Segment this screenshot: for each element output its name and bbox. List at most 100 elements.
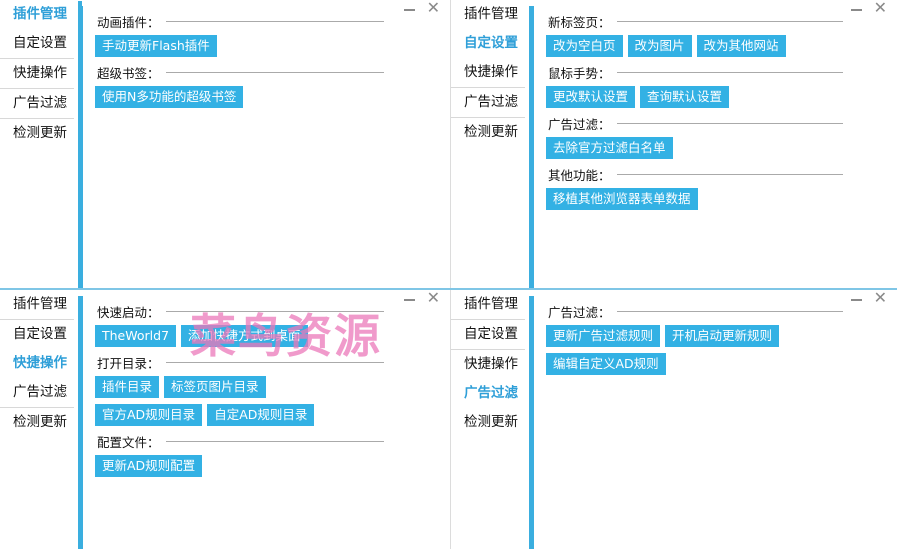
button-row: 更新AD规则配置 [95, 455, 440, 477]
action-button[interactable]: 更改默认设置 [546, 86, 636, 108]
nav-item-plugin-management[interactable]: 插件管理 [451, 290, 525, 320]
section-divider-line [165, 362, 384, 363]
section-title-label: 广告过滤： [548, 305, 611, 320]
action-button[interactable]: 开机启动更新规则 [665, 325, 780, 347]
button-row: 更新广告过滤规则 开机启动更新规则 [546, 325, 887, 347]
action-button[interactable]: 移植其他浏览器表单数据 [546, 188, 698, 210]
button-row: 官方AD规则目录 自定AD规则目录 [95, 404, 440, 426]
panel-content: 快速启动： TheWorld7 添加快捷方式到桌面 打开目录： 插件目录 标签页图片目录官… [95, 302, 440, 483]
button-row: 编辑自定义AD规则 [546, 353, 887, 375]
section-title: 快速启动： [97, 302, 440, 321]
nav-item-plugin-management[interactable]: 插件管理 [0, 0, 82, 29]
section-title-label: 广告过滤： [548, 117, 611, 132]
nav-item-custom-settings[interactable]: 自定设置 [451, 29, 533, 58]
button-row: 去除官方过滤白名单 [546, 137, 887, 159]
nav-item-check-update[interactable]: 检测更新 [451, 118, 529, 147]
section-divider-line [616, 123, 843, 124]
panel-content: 广告过滤： 更新广告过滤规则 开机启动更新规则 编辑自定义AD规则 [546, 302, 887, 381]
panel-content: 新标签页： 改为空白页 改为图片 改为其他网站鼠标手势： 更改默认设置 查询默认设置广告过… [546, 12, 887, 216]
panel-quick-actions: ✕ 插件管理 自定设置 快捷操作 广告过滤 检测更新 快速启动： TheWorld… [0, 290, 450, 549]
action-button[interactable]: 手动更新Flash插件 [95, 35, 217, 57]
sidebar-accent-bar [529, 6, 534, 288]
nav-item-custom-settings[interactable]: 自定设置 [0, 320, 78, 349]
button-row: 更改默认设置 查询默认设置 [546, 86, 887, 108]
section-divider-line [165, 72, 384, 73]
section-title: 新标签页： [548, 12, 887, 31]
nav-item-plugin-management[interactable]: 插件管理 [0, 290, 74, 320]
panel-ad-filter: ✕ 插件管理 自定设置 快捷操作 广告过滤 检测更新 广告过滤： 更新广告过滤规则… [451, 290, 897, 549]
button-row: 使用N多功能的超级书签 [95, 86, 440, 108]
button-row: 手动更新Flash插件 [95, 35, 440, 57]
minimize-icon[interactable] [850, 291, 862, 301]
minimize-icon[interactable] [850, 1, 862, 11]
sidebar-accent-bar [78, 6, 83, 288]
action-button[interactable]: 改为空白页 [546, 35, 623, 57]
action-button[interactable]: 编辑自定义AD规则 [546, 353, 666, 375]
sidebar: 插件管理 自定设置 快捷操作 广告过滤 检测更新 [0, 290, 82, 437]
section-title: 打开目录： [97, 353, 440, 372]
section-title-label: 配置文件： [97, 435, 160, 450]
nav-item-check-update[interactable]: 检测更新 [0, 408, 78, 437]
nav-item-check-update[interactable]: 检测更新 [451, 408, 529, 437]
section-title-label: 新标签页： [548, 15, 611, 30]
nav-item-ad-filter[interactable]: 广告过滤 [0, 89, 74, 119]
section-title: 鼠标手势： [548, 63, 887, 82]
action-button[interactable]: 官方AD规则目录 [95, 404, 203, 426]
section-divider-line [616, 21, 843, 22]
section-divider-line [616, 72, 843, 73]
action-button[interactable]: TheWorld7 [95, 325, 177, 347]
sidebar-accent-bar [78, 296, 83, 549]
section-divider-line [165, 21, 384, 22]
nav-item-ad-filter[interactable]: 广告过滤 [451, 379, 533, 408]
nav-item-custom-settings[interactable]: 自定设置 [0, 29, 74, 59]
action-button[interactable]: 插件目录 [95, 376, 160, 398]
nav-item-ad-filter[interactable]: 广告过滤 [0, 378, 74, 408]
panel-custom-settings: ✕ 插件管理 自定设置 快捷操作 广告过滤 检测更新 新标签页： 改为空白页 改为图… [451, 0, 897, 288]
section-title-label: 动画插件： [97, 15, 160, 30]
section-divider-line [165, 441, 384, 442]
panel-plugin-management: ✕ 插件管理 自定设置 快捷操作 广告过滤 检测更新 动画插件： 手动更新Flas… [0, 0, 450, 288]
action-button[interactable]: 标签页图片目录 [164, 376, 266, 398]
nav-item-quick-actions[interactable]: 快捷操作 [451, 58, 525, 88]
sidebar: 插件管理 自定设置 快捷操作 广告过滤 检测更新 [451, 0, 533, 147]
section-title-label: 鼠标手势： [548, 66, 611, 81]
button-row: 改为空白页 改为图片 改为其他网站 [546, 35, 887, 57]
nav-item-quick-actions[interactable]: 快捷操作 [0, 59, 74, 89]
section-title-label: 快速启动： [97, 305, 160, 320]
minimize-icon[interactable] [403, 291, 415, 301]
section-title: 广告过滤： [548, 114, 887, 133]
sidebar: 插件管理 自定设置 快捷操作 广告过滤 检测更新 [451, 290, 533, 437]
minimize-icon[interactable] [403, 1, 415, 11]
action-button[interactable]: 更新AD规则配置 [95, 455, 203, 477]
section-title: 广告过滤： [548, 302, 887, 321]
action-button[interactable]: 改为图片 [627, 35, 692, 57]
section-title-label: 超级书签： [97, 66, 160, 81]
action-button[interactable]: 查询默认设置 [640, 86, 730, 108]
section-divider-line [165, 311, 384, 312]
section-title: 超级书签： [97, 63, 440, 82]
action-button[interactable]: 改为其他网站 [696, 35, 786, 57]
action-button[interactable]: 使用N多功能的超级书签 [95, 86, 244, 108]
sidebar-accent-bar [529, 296, 534, 549]
button-row: 插件目录 标签页图片目录 [95, 376, 440, 398]
section-title-label: 其他功能： [548, 168, 611, 183]
section-divider-line [616, 311, 843, 312]
nav-item-quick-actions[interactable]: 快捷操作 [451, 350, 529, 379]
nav-item-plugin-management[interactable]: 插件管理 [451, 0, 529, 29]
nav-item-check-update[interactable]: 检测更新 [0, 119, 78, 148]
section-title: 其他功能： [548, 165, 887, 184]
button-row: TheWorld7 添加快捷方式到桌面 [95, 325, 440, 347]
action-button[interactable]: 自定AD规则目录 [207, 404, 315, 426]
sidebar: 插件管理 自定设置 快捷操作 广告过滤 检测更新 [0, 0, 82, 148]
action-button[interactable]: 去除官方过滤白名单 [546, 137, 673, 159]
nav-item-custom-settings[interactable]: 自定设置 [451, 320, 525, 350]
section-divider-line [616, 174, 843, 175]
action-button[interactable]: 更新广告过滤规则 [546, 325, 661, 347]
button-row: 移植其他浏览器表单数据 [546, 188, 887, 210]
section-title-label: 打开目录： [97, 356, 160, 371]
action-button[interactable]: 添加快捷方式到桌面 [181, 325, 308, 347]
section-title: 配置文件： [97, 432, 440, 451]
nav-item-quick-actions[interactable]: 快捷操作 [0, 349, 82, 378]
panel-content: 动画插件： 手动更新Flash插件超级书签： 使用N多功能的超级书签 [95, 12, 440, 114]
nav-item-ad-filter[interactable]: 广告过滤 [451, 88, 525, 118]
